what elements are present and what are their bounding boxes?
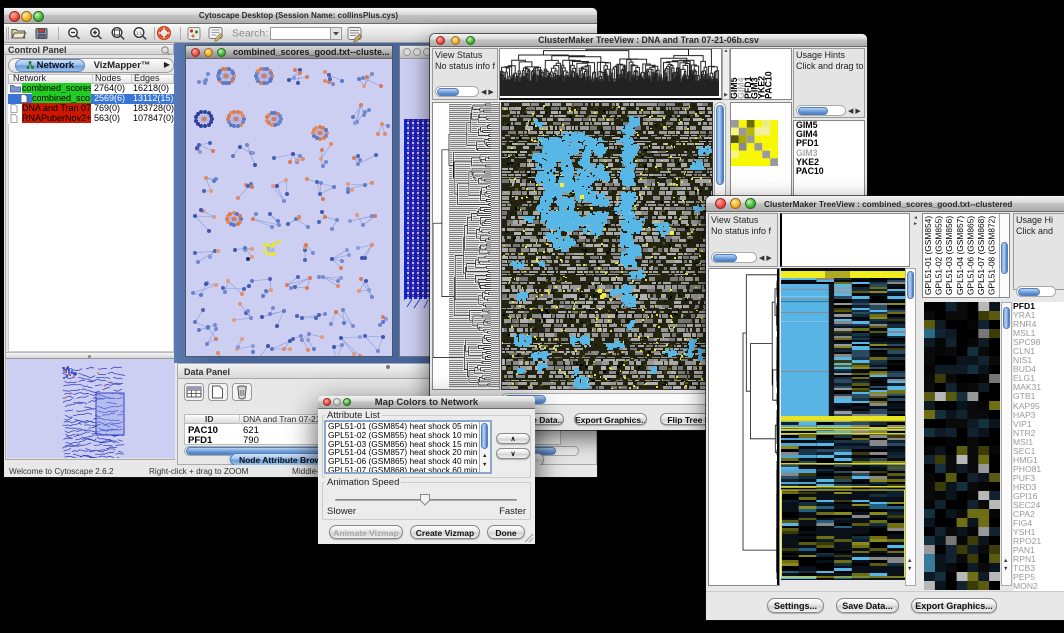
svg-text:GPL51-04 (GSM857): GPL51-04 (GSM857) xyxy=(955,216,965,295)
svg-text:Search:: Search: xyxy=(232,28,268,40)
svg-text:GPL51-06 (GSM865): GPL51-06 (GSM865) xyxy=(965,216,975,295)
svg-text:GPL51-03 (GSM856): GPL51-03 (GSM856) xyxy=(944,216,954,295)
svg-text:GPL51-01 (GSM854): GPL51-01 (GSM854) xyxy=(923,216,933,295)
svg-text:GPL51-08 (GSM872): GPL51-08 (GSM872) xyxy=(987,216,997,295)
svg-text:PAC10: PAC10 xyxy=(764,71,774,99)
svg-text:GPL51-02 (GSM855): GPL51-02 (GSM855) xyxy=(934,216,944,295)
svg-text:GPL51-07 (GSM868): GPL51-07 (GSM868) xyxy=(976,216,986,295)
svg-text:1:1: 1:1 xyxy=(136,31,143,36)
